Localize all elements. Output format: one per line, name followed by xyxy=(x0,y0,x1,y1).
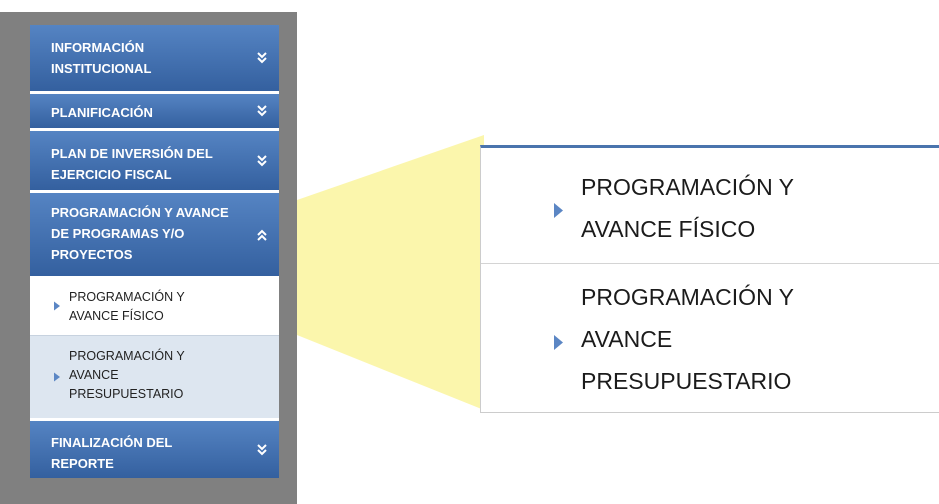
menu-section-label: PLANIFICACIÓN xyxy=(51,105,153,120)
submenu-item-label: PROGRAMACIÓN Y AVANCE PRESUPUESTARIO xyxy=(69,349,185,401)
zoomed-item-label: PROGRAMACIÓN Y AVANCE FÍSICO xyxy=(581,174,794,242)
menu-section-label: INFORMACIÓN INSTITUCIONAL xyxy=(51,40,152,76)
zoomed-item-avance-presupuestario[interactable]: PROGRAMACIÓN Y AVANCE PRESUPUESTARIO xyxy=(481,264,939,412)
zoomed-item-label: PROGRAMACIÓN Y AVANCE PRESUPUESTARIO xyxy=(581,284,794,394)
menu-section-label: PLAN DE INVERSIÓN DEL EJERCICIO FISCAL xyxy=(51,146,213,182)
triangle-right-icon xyxy=(554,203,563,218)
submenu-item-avance-fisico[interactable]: PROGRAMACIÓN Y AVANCE FÍSICO xyxy=(30,276,279,335)
triangle-right-icon xyxy=(54,301,60,310)
zoomed-item-avance-fisico[interactable]: PROGRAMACIÓN Y AVANCE FÍSICO xyxy=(481,148,939,264)
sidebar-menu: INFORMACIÓN INSTITUCIONAL PLANIFICACIÓN … xyxy=(0,12,297,504)
menu-section-label: PROGRAMACIÓN Y AVANCE DE PROGRAMAS Y/O P… xyxy=(51,205,229,262)
submenu-item-label: PROGRAMACIÓN Y AVANCE FÍSICO xyxy=(69,290,185,323)
chevron-double-down-icon xyxy=(257,105,267,117)
chevron-double-down-icon xyxy=(257,443,267,455)
menu-section-finalizacion-del-reporte[interactable]: FINALIZACIÓN DEL REPORTE xyxy=(30,418,279,478)
menu-section-label: FINALIZACIÓN DEL REPORTE xyxy=(51,435,173,471)
menu-section-planificacion[interactable]: PLANIFICACIÓN xyxy=(30,91,279,128)
chevron-double-up-icon xyxy=(257,229,267,241)
menu-section-plan-de-inversion[interactable]: PLAN DE INVERSIÓN DEL EJERCICIO FISCAL xyxy=(30,128,279,190)
chevron-double-down-icon xyxy=(257,154,267,166)
chevron-double-down-icon xyxy=(257,52,267,64)
accordion-menu: INFORMACIÓN INSTITUCIONAL PLANIFICACIÓN … xyxy=(30,25,279,478)
magnified-submenu-panel: PROGRAMACIÓN Y AVANCE FÍSICO PROGRAMACIÓ… xyxy=(480,145,939,413)
menu-section-programacion-y-avance[interactable]: PROGRAMACIÓN Y AVANCE DE PROGRAMAS Y/O P… xyxy=(30,190,279,276)
submenu-item-avance-presupuestario[interactable]: PROGRAMACIÓN Y AVANCE PRESUPUESTARIO xyxy=(30,335,279,418)
menu-section-informacion-institucional[interactable]: INFORMACIÓN INSTITUCIONAL xyxy=(30,25,279,91)
triangle-right-icon xyxy=(54,372,60,382)
triangle-right-icon xyxy=(554,335,563,350)
